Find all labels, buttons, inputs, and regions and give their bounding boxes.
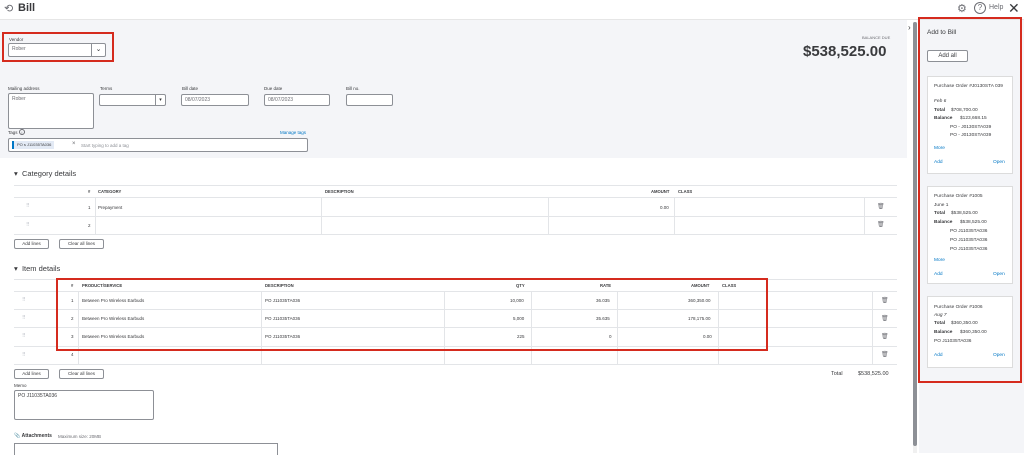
history-icon[interactable]: ⟲	[4, 2, 13, 15]
clear-all-lines-button[interactable]: Clear all lines	[59, 239, 104, 249]
divider	[95, 197, 96, 234]
divider	[548, 197, 549, 234]
drag-handle-icon[interactable]: ⠿	[26, 203, 30, 209]
trash-icon[interactable]: 🗑	[877, 221, 885, 228]
divider	[674, 197, 675, 234]
row-number: 1	[88, 205, 91, 210]
items-highlight	[56, 278, 768, 351]
terms-label: Terms	[100, 86, 113, 91]
mailing-address-input[interactable]: Rober	[8, 93, 94, 129]
divider	[321, 197, 322, 234]
total-value: $538,525.00	[858, 371, 889, 377]
manage-tags-link[interactable]: Manage tags	[280, 130, 306, 135]
drag-handle-icon[interactable]: ⠿	[26, 222, 30, 228]
close-icon[interactable]: ✕	[1008, 0, 1020, 17]
trash-icon[interactable]: 🗑	[877, 203, 885, 210]
balance-due-label: BALANCE DUE	[862, 35, 891, 40]
drag-handle-icon[interactable]: ⠿	[22, 333, 26, 339]
col-category: CATEGORY	[98, 189, 122, 194]
add-lines-button[interactable]: Add lines	[14, 239, 49, 249]
sidebar-highlight	[918, 17, 1022, 383]
gear-icon[interactable]: ⚙	[957, 2, 967, 15]
mailing-address-label: Mailing address	[8, 86, 40, 91]
attachment-dropzone[interactable]	[14, 443, 278, 455]
caret-down-icon[interactable]: ▾	[155, 95, 165, 105]
collapse-panel-icon[interactable]: ›	[908, 23, 911, 32]
trash-icon[interactable]: 🗑	[881, 333, 889, 340]
category-cell[interactable]: Prepayment	[98, 205, 122, 210]
due-date-label: Due date	[264, 86, 283, 91]
balance-due-amount: $538,525.00	[803, 43, 887, 60]
bill-date-label: Bill date	[182, 86, 199, 91]
col-amount: AMOUNT	[651, 189, 670, 194]
paperclip-icon: 📎	[14, 433, 21, 439]
trash-icon[interactable]: 🗑	[881, 351, 889, 358]
divider	[14, 197, 897, 198]
help-label[interactable]: Help	[989, 4, 1003, 11]
add-lines-button[interactable]: Add lines	[14, 369, 49, 379]
memo-input[interactable]: PO J11035TA036	[14, 390, 154, 420]
divider	[14, 234, 897, 235]
col-num: #	[88, 189, 91, 194]
tags-input[interactable]: PO s J11035TA036 × Start typing to add a…	[8, 138, 308, 152]
drag-handle-icon[interactable]: ⠿	[22, 315, 26, 321]
divider	[14, 216, 897, 217]
vendor-highlight	[2, 32, 114, 62]
attachments-max-size: Maximum size: 20MB	[58, 434, 102, 439]
bill-date-input[interactable]: 08/07/2023	[181, 94, 249, 106]
info-icon[interactable]: i	[19, 129, 25, 135]
trash-icon[interactable]: 🗑	[881, 315, 889, 322]
divider	[864, 197, 865, 234]
page-title: Bill	[18, 2, 36, 14]
amount-cell[interactable]: 0.00	[660, 205, 669, 210]
row-number: 2	[88, 223, 91, 228]
divider	[14, 185, 897, 186]
clear-all-lines-button[interactable]: Clear all lines	[59, 369, 104, 379]
collapse-icon[interactable]: ▾	[14, 169, 18, 178]
tags-label: Tags	[8, 130, 18, 135]
bill-no-input[interactable]	[346, 94, 393, 106]
remove-tag-icon[interactable]: ×	[72, 141, 76, 147]
help-icon[interactable]: ?	[974, 2, 986, 14]
collapse-icon[interactable]: ▾	[14, 264, 18, 273]
memo-label: Memo	[14, 383, 27, 388]
category-details-title[interactable]: ▾ Category details	[14, 169, 76, 178]
top-bar: ⟲ Bill ⚙ ? Help ✕	[0, 0, 1024, 20]
col-class: CLASS	[678, 189, 693, 194]
tag-chip-label: PO s J11035TA036	[17, 142, 52, 147]
scrollbar-thumb[interactable]	[913, 22, 917, 446]
total-label: Total	[831, 371, 843, 377]
tags-placeholder: Start typing to add a tag	[81, 143, 129, 148]
bill-no-label: Bill no.	[346, 86, 360, 91]
tag-chip[interactable]: PO s J11035TA036	[12, 141, 55, 149]
due-date-input[interactable]: 08/07/2023	[264, 94, 330, 106]
col-description: DESCRIPTION	[325, 189, 354, 194]
item-details-title[interactable]: ▾ Item details	[14, 264, 60, 273]
attachments-label: 📎 Attachments	[14, 433, 52, 439]
row-number: 4	[71, 352, 74, 357]
drag-handle-icon[interactable]: ⠿	[22, 352, 26, 358]
drag-handle-icon[interactable]: ⠿	[22, 297, 26, 303]
divider	[872, 291, 873, 364]
divider	[14, 364, 897, 365]
terms-select[interactable]: ▾	[99, 94, 166, 106]
trash-icon[interactable]: 🗑	[881, 297, 889, 304]
